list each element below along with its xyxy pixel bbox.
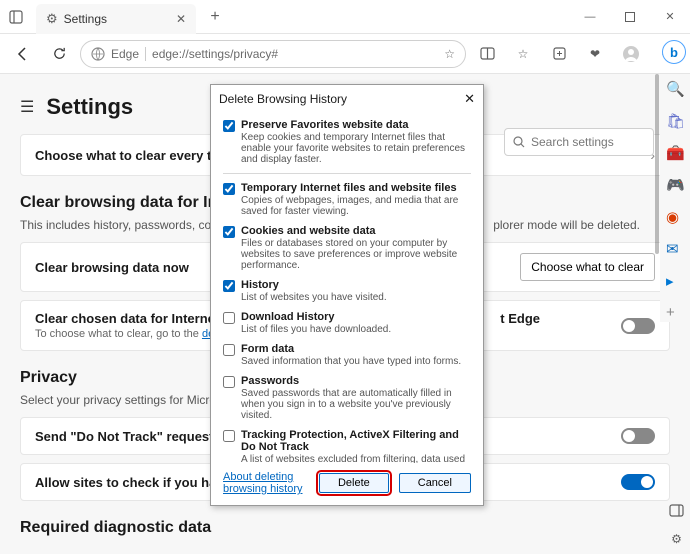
office-icon[interactable]: ◉ [666,208,684,226]
dialog-item-desc: Saved information that you have typed in… [241,356,461,367]
page-title: Settings [46,94,133,120]
dialog-checkbox[interactable] [223,120,235,132]
section-ie-desc-left: This includes history, passwords, cooki [20,218,227,232]
about-deleting-link[interactable]: About deleting browsing history [223,471,309,495]
dialog-checkbox[interactable] [223,226,235,238]
dialog-item-desc: Saved passwords that are automatically f… [241,388,471,421]
dialog-item-title: Form data [241,343,461,355]
scrollbar[interactable] [655,74,659,254]
split-screen-icon[interactable] [472,39,502,69]
close-window-button[interactable]: ✕ [650,1,690,33]
dialog-item-desc: Keep cookies and temporary Internet file… [241,132,471,165]
browser-tab[interactable]: ⚙ Settings ✕ [36,4,196,34]
extensions-icon[interactable]: ❤ [580,39,610,69]
dialog-item-title: Temporary Internet files and website fil… [241,182,471,194]
dialog-checkbox[interactable] [223,344,235,356]
clear-on-exit-toggle[interactable] [621,318,655,334]
minimize-button[interactable]: — [570,1,610,33]
cancel-button[interactable]: Cancel [399,473,471,493]
add-sidebar-icon[interactable]: + [666,304,684,322]
shopping-icon[interactable]: 🛍 [666,112,684,130]
edge-icon [91,47,105,61]
dialog-checkbox[interactable] [223,312,235,324]
delete-button[interactable]: Delete [319,473,389,493]
clear-now-label: Clear browsing data now [35,260,189,275]
dnt-label: Send "Do Not Track" requests [35,429,221,444]
tab-label: Settings [64,12,170,26]
close-tab-icon[interactable]: ✕ [176,12,186,26]
collections-icon[interactable] [544,39,574,69]
dialog-close-icon[interactable]: ✕ [464,91,475,107]
browser-toolbar: Edge edge://settings/privacy# ☆ ☆ ❤ ⋯ [0,34,690,74]
dialog-item-desc: Copies of webpages, images, and media th… [241,195,471,217]
dialog-item-title: History [241,279,387,291]
dnt-toggle[interactable] [621,428,655,444]
tab-actions-icon[interactable] [0,1,32,33]
outlook-icon[interactable]: ✉ [666,240,684,258]
back-button[interactable] [8,39,38,69]
favorites-icon[interactable]: ☆ [508,39,538,69]
choose-what-to-clear-button[interactable]: Choose what to clear [520,253,655,281]
section-ie-desc-right: plorer mode will be deleted. [493,218,640,232]
dialog-item-title: Preserve Favorites website data [241,119,471,131]
favorite-icon[interactable]: ☆ [444,47,455,61]
dialog-item-title: Tracking Protection, ActiveX Filtering a… [241,429,471,453]
gear-icon: ⚙ [46,11,58,27]
clear-chosen-label-right: t Edge [500,311,540,326]
bing-chat-icon[interactable]: b [662,40,686,64]
address-bar[interactable]: Edge edge://settings/privacy# ☆ [80,40,466,68]
dialog-item: Download HistoryList of files you have d… [223,311,471,335]
dialog-item: Tracking Protection, ActiveX Filtering a… [223,429,471,463]
diag-title: Required diagnostic data [20,519,670,537]
dialog-item: Temporary Internet files and website fil… [223,182,471,217]
profile-icon[interactable] [616,39,646,69]
dialog-item: Preserve Favorites website dataKeep cook… [223,119,471,165]
dialog-checkbox[interactable] [223,280,235,292]
dialog-item: Form dataSaved information that you have… [223,343,471,367]
dialog-checkbox[interactable] [223,430,235,442]
dialog-item: Cookies and website dataFiles or databas… [223,225,471,271]
settings-gear-icon[interactable]: ⚙ [671,532,682,546]
new-tab-button[interactable]: + [200,2,230,32]
search-settings-input[interactable]: Search settings [504,128,654,156]
search-icon [513,136,525,148]
clear-chosen-sub: To choose what to clear, go to the [35,328,202,340]
games-icon[interactable]: 🎮 [666,176,684,194]
delete-browsing-history-dialog: Delete Browsing History ✕ Preserve Favor… [210,84,484,506]
search-placeholder: Search settings [531,135,614,149]
dialog-item: PasswordsSaved passwords that are automa… [223,375,471,421]
menu-icon[interactable]: ☰ [20,97,34,117]
dialog-item-title: Passwords [241,375,471,387]
dialog-item-desc: List of websites you have visited. [241,292,387,303]
dialog-item-desc: A list of websites excluded from filteri… [241,454,471,463]
dialog-item-title: Cookies and website data [241,225,471,237]
search-sidebar-icon[interactable]: 🔍 [666,80,684,98]
edge-sidebar: 🔍 🛍 🧰 🎮 ◉ ✉ ▸ + [660,74,690,322]
sidebar-toggle-icon[interactable] [669,503,684,518]
url-path: edge://settings/privacy# [152,47,278,61]
maximize-button[interactable] [610,1,650,33]
dialog-item-title: Download History [241,311,391,323]
dialog-item-desc: Files or databases stored on your comput… [241,238,471,271]
dialog-item: HistoryList of websites you have visited… [223,279,471,303]
refresh-button[interactable] [44,39,74,69]
tools-icon[interactable]: 🧰 [666,144,684,162]
dialog-title: Delete Browsing History [219,92,347,106]
dialog-item-desc: List of files you have downloaded. [241,324,391,335]
payment-toggle[interactable] [621,474,655,490]
url-protocol: Edge [111,47,139,61]
dialog-checkbox[interactable] [223,376,235,388]
title-bar: ⚙ Settings ✕ + — ✕ [0,0,690,34]
drop-icon[interactable]: ▸ [666,272,684,290]
dialog-checkbox[interactable] [223,183,235,195]
